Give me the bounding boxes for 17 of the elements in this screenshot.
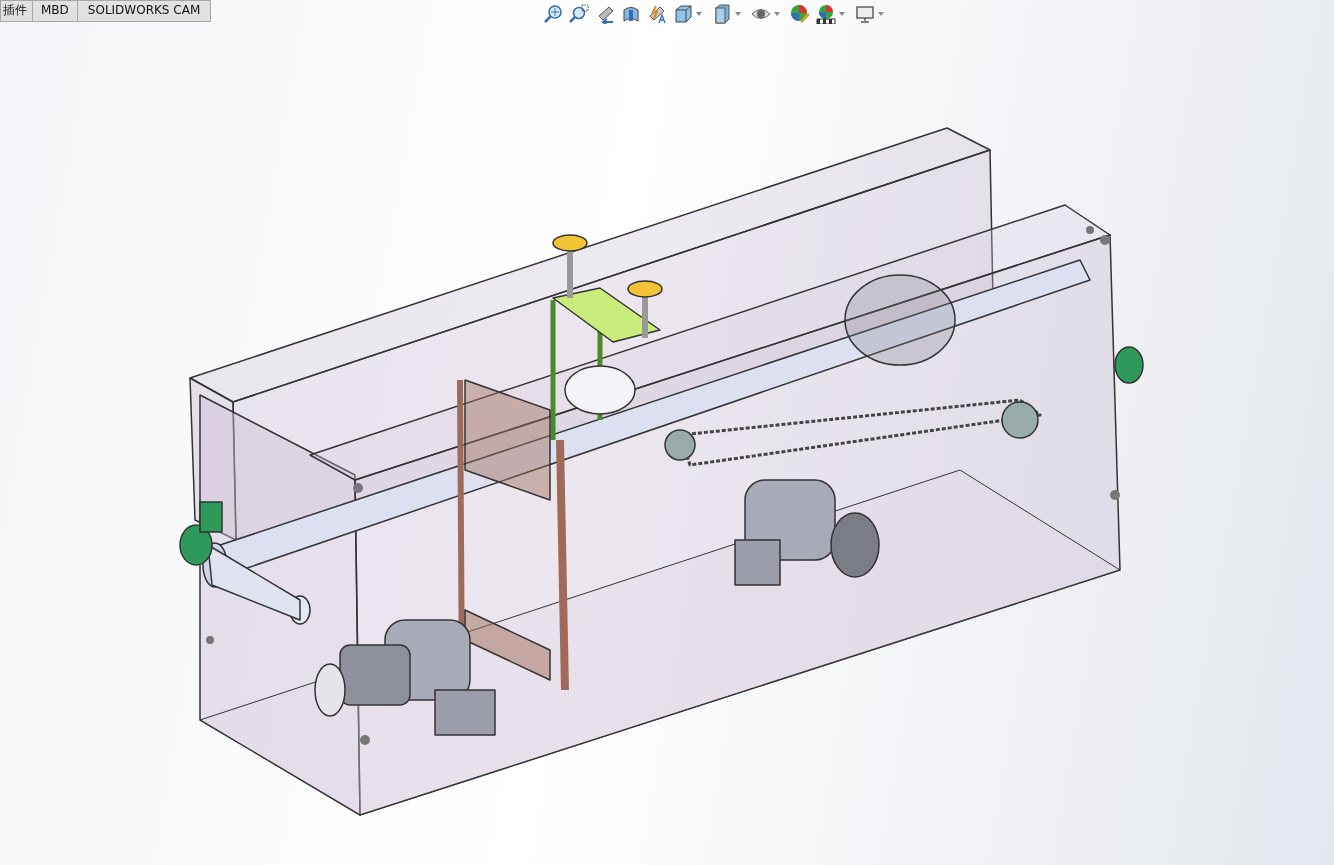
color-ball-icon[interactable] xyxy=(790,4,810,24)
cylinder-section-icon[interactable] xyxy=(621,4,641,24)
color-ball-icon[interactable] xyxy=(816,4,836,24)
lightning-letter-icon[interactable] xyxy=(647,4,667,24)
caret-icon[interactable] xyxy=(839,12,845,16)
caret-icon[interactable] xyxy=(774,12,780,16)
magnifier-icon[interactable] xyxy=(543,4,563,24)
caret-icon[interactable] xyxy=(735,12,741,16)
ribbon-tab[interactable]: MBD xyxy=(33,0,78,22)
caret-icon[interactable] xyxy=(878,12,884,16)
shaded-box-icon[interactable] xyxy=(712,4,732,24)
ribbon-tab[interactable]: 插件 xyxy=(0,0,33,22)
ribbon-tab[interactable]: SOLIDWORKS CAM xyxy=(77,0,212,22)
cube-icon[interactable] xyxy=(673,4,693,24)
caret-icon[interactable] xyxy=(696,12,702,16)
magnifier-icon[interactable] xyxy=(569,4,589,24)
monitor-icon[interactable] xyxy=(855,4,875,24)
